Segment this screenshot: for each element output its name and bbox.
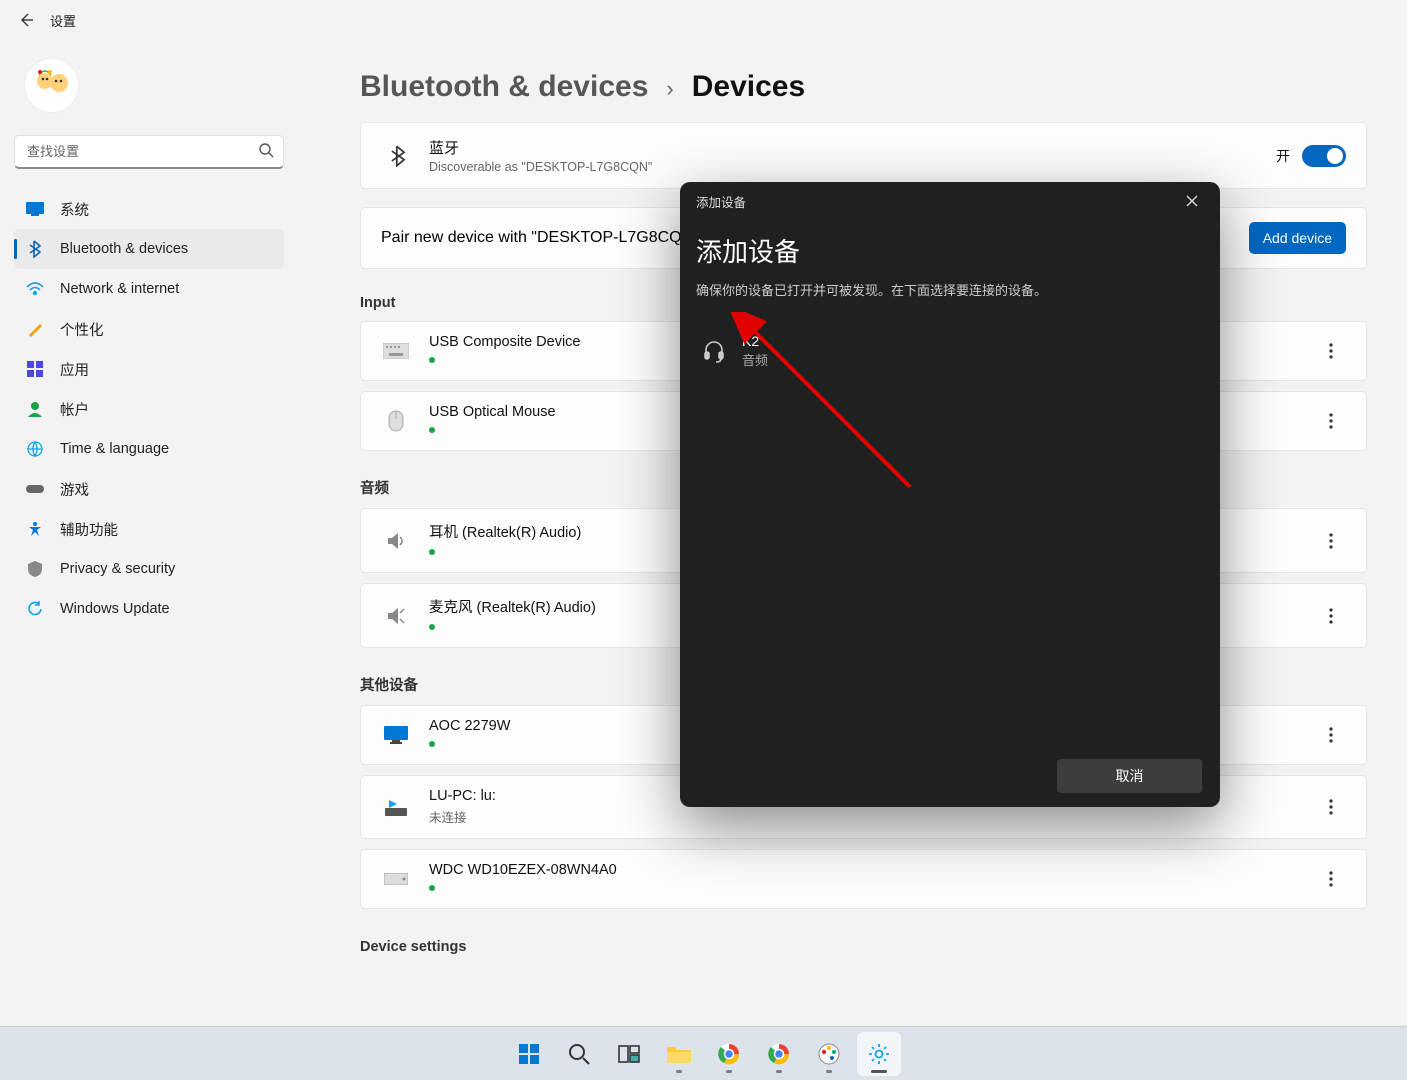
monitor-icon [381, 720, 411, 750]
sidebar-item-gaming[interactable]: 游戏 [14, 469, 284, 509]
microphone-icon [381, 601, 411, 631]
more-button[interactable] [1316, 720, 1346, 750]
user-avatar[interactable] [24, 58, 79, 113]
status-dot [429, 427, 435, 433]
globe-icon [26, 440, 44, 458]
sidebar: 系统 Bluetooth & devices Network & interne… [14, 50, 299, 629]
status-dot [429, 624, 435, 630]
device-row[interactable]: WDC WD10EZEX-08WN4A0 [360, 849, 1367, 909]
sidebar-item-update[interactable]: Windows Update [14, 589, 284, 629]
breadcrumb: Bluetooth & devices › Devices [360, 70, 1367, 104]
add-device-modal: 添加设备 添加设备 确保你的设备已打开并可被发现。在下面选择要连接的设备。 K2… [680, 182, 1220, 807]
accessibility-icon [26, 520, 44, 538]
bluetooth-card: 蓝牙 Discoverable as "DESKTOP-L7G8CQN" 开 [360, 122, 1367, 189]
apps-icon [26, 360, 44, 378]
media-device-icon [381, 792, 411, 822]
hdd-icon [381, 864, 411, 894]
chrome-app[interactable] [707, 1032, 751, 1076]
sidebar-item-label: 辅助功能 [60, 519, 118, 540]
chrome-app-2[interactable] [757, 1032, 801, 1076]
found-device-item[interactable]: K2 音频 [696, 327, 1204, 375]
sidebar-item-bluetooth[interactable]: Bluetooth & devices [14, 229, 284, 269]
cancel-button[interactable]: 取消 [1057, 759, 1202, 793]
paint-app[interactable] [807, 1032, 851, 1076]
more-button[interactable] [1316, 792, 1346, 822]
sidebar-item-accounts[interactable]: 帐户 [14, 389, 284, 429]
found-device-name: K2 [742, 333, 768, 349]
modal-subtitle: 确保你的设备已打开并可被发现。在下面选择要连接的设备。 [696, 281, 1204, 301]
sidebar-item-apps[interactable]: 应用 [14, 349, 284, 389]
toggle-label: 开 [1276, 146, 1290, 166]
speaker-icon [381, 526, 411, 556]
breadcrumb-parent[interactable]: Bluetooth & devices [360, 70, 648, 104]
close-button[interactable] [1172, 186, 1212, 216]
pair-text: Pair new device with "DESKTOP-L7G8CQN" [381, 229, 699, 247]
sidebar-item-label: Windows Update [60, 601, 170, 617]
more-button[interactable] [1316, 601, 1346, 631]
modal-header-title: 添加设备 [696, 192, 746, 211]
bluetooth-subtitle: Discoverable as "DESKTOP-L7G8CQN" [429, 160, 1276, 174]
sidebar-item-label: 系统 [60, 199, 89, 220]
status-dot [429, 885, 435, 891]
status-dot [429, 549, 435, 555]
taskbar-search[interactable] [557, 1032, 601, 1076]
device-status: 未连接 [429, 807, 1316, 826]
settings-app[interactable] [857, 1032, 901, 1076]
sidebar-item-accessibility[interactable]: 辅助功能 [14, 509, 284, 549]
sidebar-item-label: 应用 [60, 359, 89, 380]
keyboard-icon [381, 336, 411, 366]
status-dot [429, 357, 435, 363]
shield-icon [26, 560, 44, 578]
search-icon [258, 142, 276, 160]
sidebar-item-time[interactable]: Time & language [14, 429, 284, 469]
window-titlebar: 设置 [0, 0, 1407, 40]
bluetooth-title: 蓝牙 [429, 137, 1276, 158]
wifi-icon [26, 280, 44, 298]
task-view[interactable] [607, 1032, 651, 1076]
sidebar-item-privacy[interactable]: Privacy & security [14, 549, 284, 589]
paintbrush-icon [26, 320, 44, 338]
sidebar-item-label: Network & internet [60, 281, 179, 297]
device-name: WDC WD10EZEX-08WN4A0 [429, 862, 1316, 878]
window-title: 设置 [50, 11, 76, 30]
more-button[interactable] [1316, 864, 1346, 894]
add-device-button[interactable]: Add device [1249, 222, 1346, 254]
section-device-settings: Device settings [360, 939, 1367, 955]
status-dot [429, 741, 435, 747]
sidebar-item-label: 帐户 [60, 399, 89, 420]
breadcrumb-current: Devices [692, 70, 805, 104]
gamepad-icon [26, 480, 44, 498]
bluetooth-icon [381, 139, 415, 173]
start-button[interactable] [507, 1032, 551, 1076]
headset-icon [700, 337, 728, 365]
more-button[interactable] [1316, 526, 1346, 556]
sidebar-item-label: 游戏 [60, 479, 89, 500]
sidebar-item-label: Privacy & security [60, 561, 175, 577]
mouse-icon [381, 406, 411, 436]
sidebar-item-network[interactable]: Network & internet [14, 269, 284, 309]
system-icon [26, 200, 44, 218]
file-explorer[interactable] [657, 1032, 701, 1076]
modal-title: 添加设备 [696, 232, 1204, 269]
search-input[interactable] [14, 135, 284, 169]
sidebar-item-label: Bluetooth & devices [60, 241, 188, 257]
update-icon [26, 600, 44, 618]
back-icon[interactable] [18, 12, 34, 28]
more-button[interactable] [1316, 336, 1346, 366]
chevron-right-icon: › [666, 76, 673, 102]
sidebar-item-label: Time & language [60, 441, 169, 457]
sidebar-item-personalization[interactable]: 个性化 [14, 309, 284, 349]
bluetooth-toggle[interactable] [1302, 145, 1346, 167]
taskbar [0, 1026, 1407, 1080]
sidebar-item-system[interactable]: 系统 [14, 189, 284, 229]
sidebar-item-label: 个性化 [60, 319, 104, 340]
found-device-type: 音频 [742, 350, 768, 369]
user-icon [26, 400, 44, 418]
bluetooth-icon [26, 240, 44, 258]
more-button[interactable] [1316, 406, 1346, 436]
